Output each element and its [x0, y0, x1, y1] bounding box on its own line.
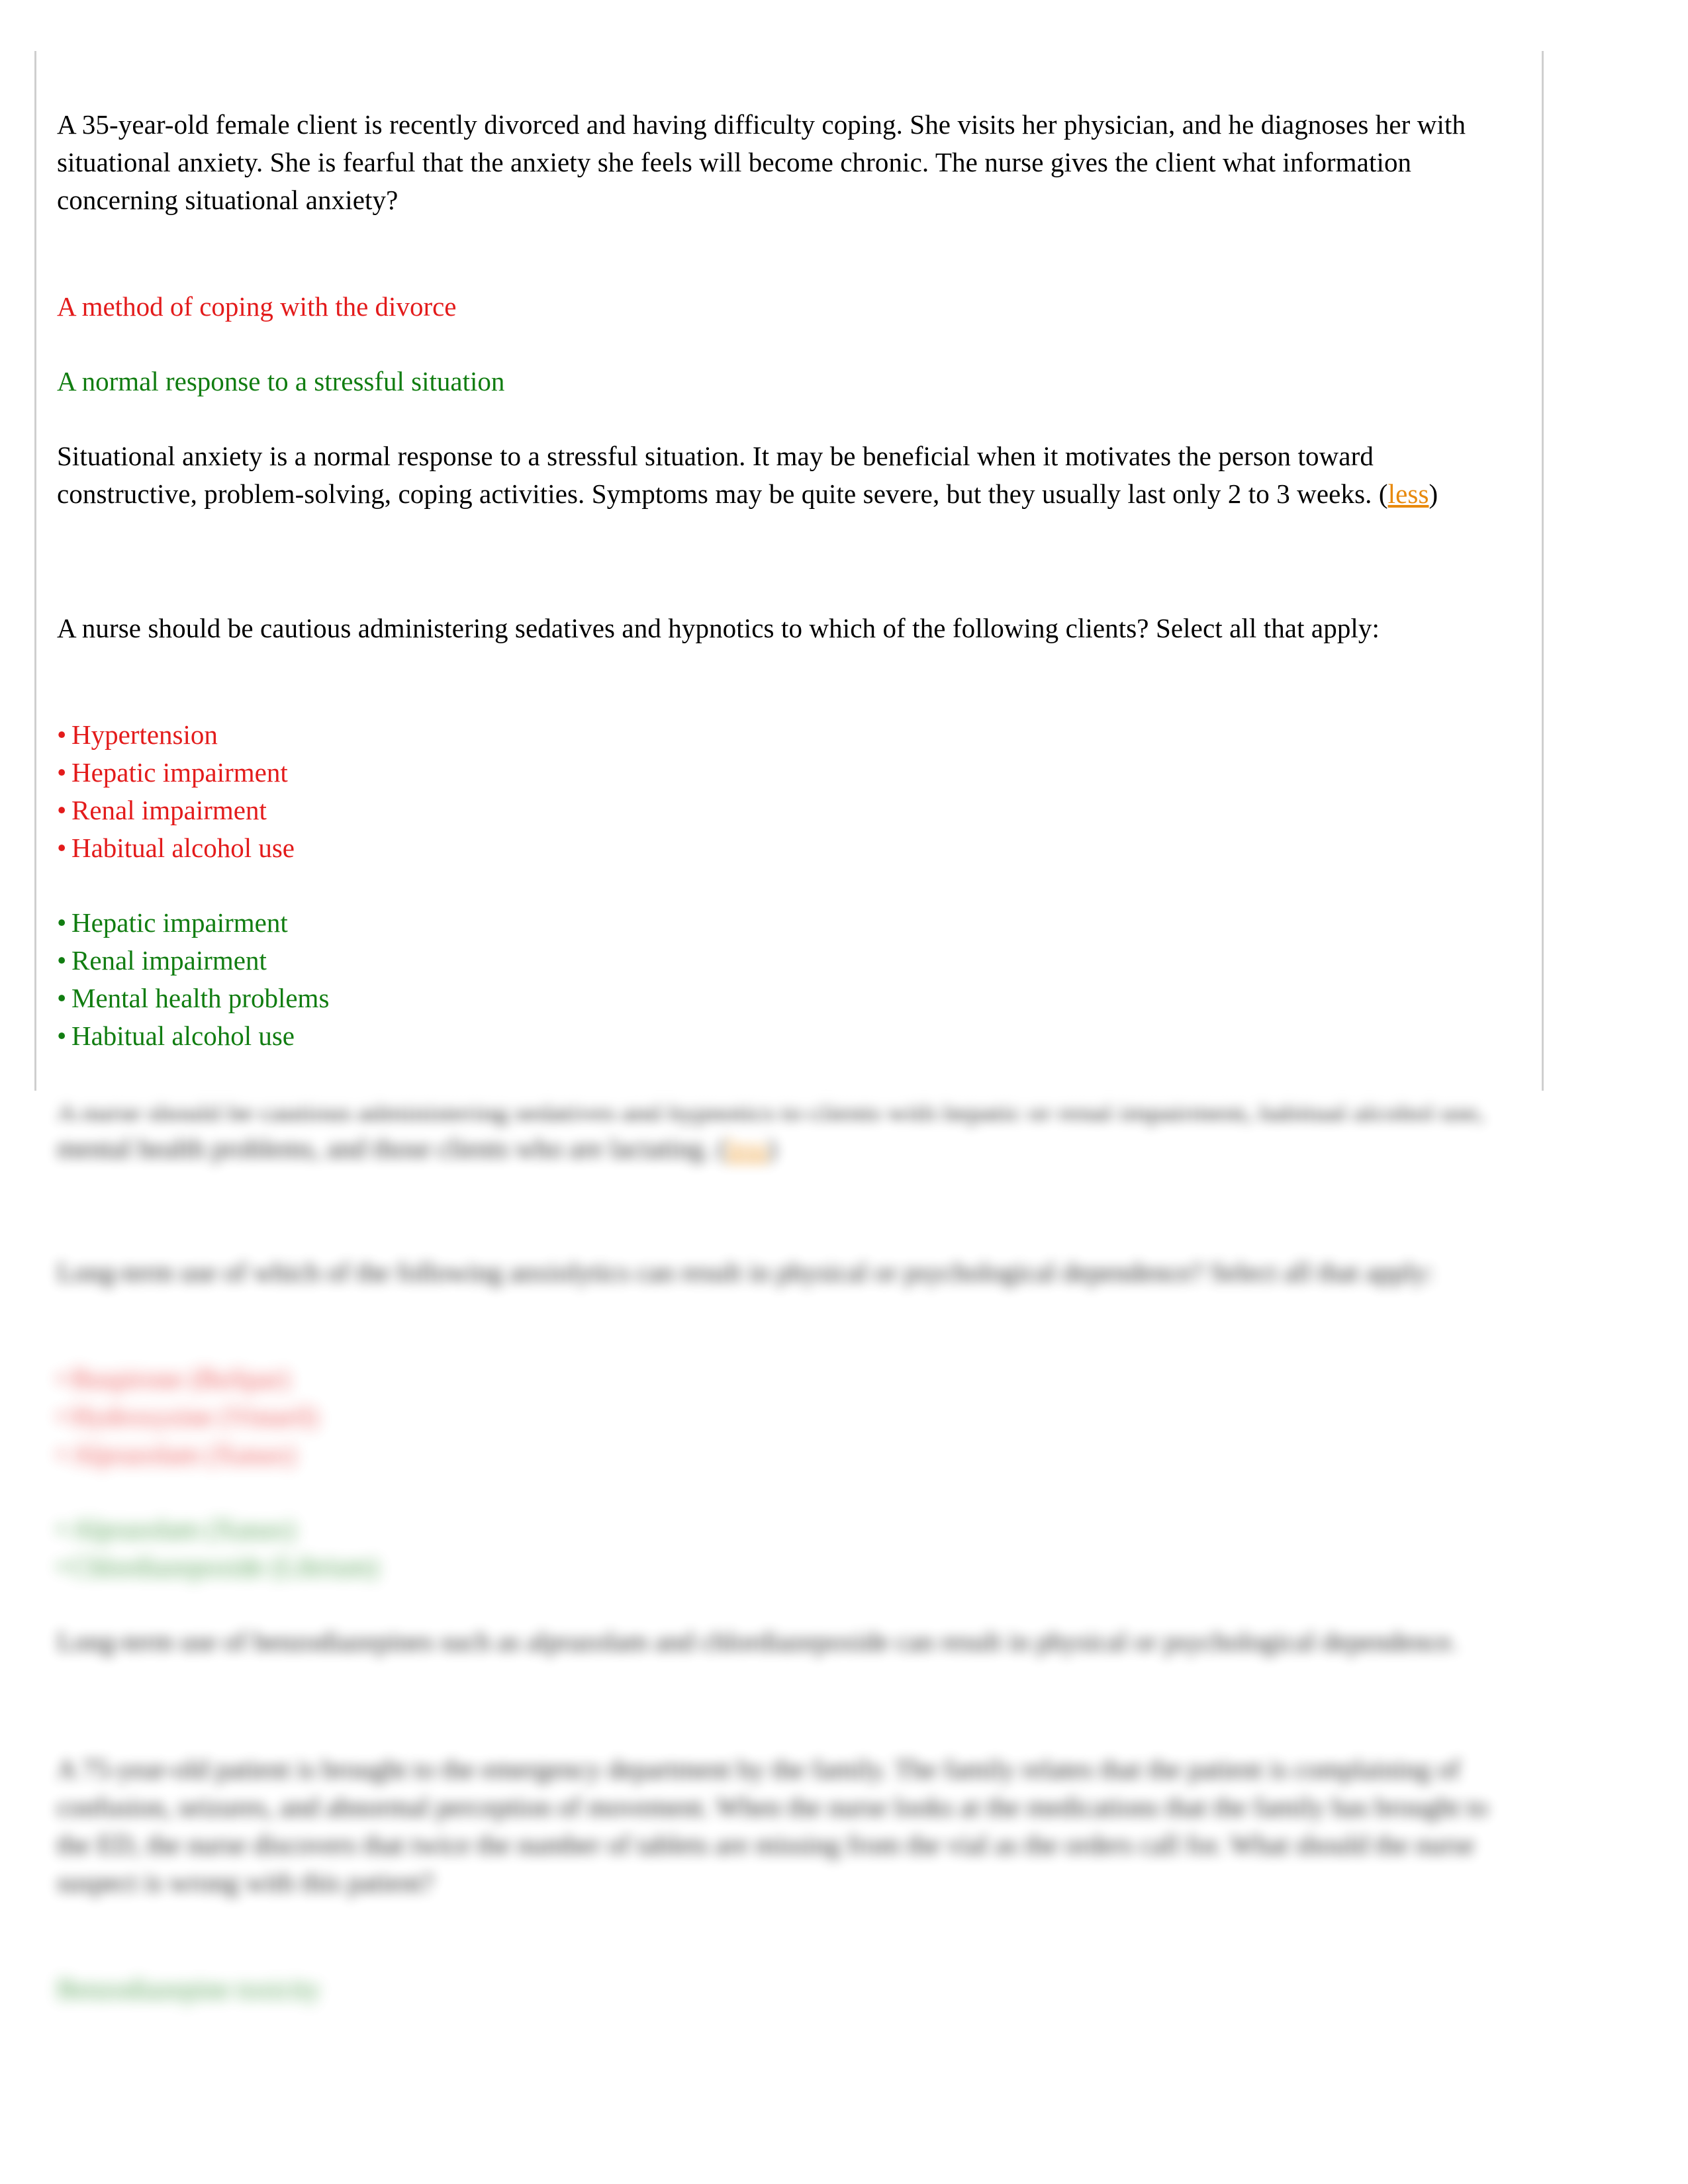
selected-choices-3: • Buspirone (BuSpar) • Hydroxyzine (Vistar… — [57, 1360, 1513, 1473]
less-link-1[interactable]: less — [1388, 478, 1429, 509]
page-rule-left — [34, 51, 36, 1091]
choice-label: Alprazolam (Xanax) — [71, 1514, 296, 1544]
choice-label: Chlordiazepoxide (Librium) — [71, 1551, 379, 1582]
list-item[interactable]: • Hydroxyzine (Vistaril) — [57, 1398, 1513, 1435]
correct-choices-2: • Hepatic impairment • Renal impairment • M… — [57, 904, 1513, 1055]
bullet-icon: • — [57, 719, 67, 750]
question-block-3: Long-term use of which of the following … — [57, 1253, 1513, 1661]
list-item[interactable]: • Renal impairment — [57, 942, 1513, 979]
choice-label: Hydroxyzine (Vistaril) — [71, 1401, 318, 1432]
rationale-close-paren-1: ) — [1429, 478, 1438, 509]
list-item[interactable]: • Habitual alcohol use — [57, 1017, 1513, 1055]
selected-choices-2: • Hypertension • Hepatic impairment • Renal… — [57, 716, 1513, 867]
bullet-icon: • — [57, 945, 67, 976]
choice-label: Renal impairment — [71, 795, 267, 825]
bullet-icon: • — [57, 757, 67, 788]
bullet-icon: • — [57, 1363, 67, 1394]
rationale-1: Situational anxiety is a normal response… — [57, 437, 1513, 513]
choice-label: Hypertension — [71, 719, 218, 750]
bullet-icon: • — [57, 1401, 67, 1432]
question-stem-4: A 75-year-old patient is brought to the … — [57, 1754, 1488, 1897]
document-page: A 35-year-old female client is recently … — [0, 0, 1688, 2184]
less-link-2[interactable]: less — [727, 1133, 768, 1163]
choice-label: Alprazolam (Xanax) — [71, 1439, 296, 1469]
list-item[interactable]: • Mental health problems — [57, 979, 1513, 1017]
list-item[interactable]: • Hepatic impairment — [57, 754, 1513, 792]
correct-choices-3: • Alprazolam (Xanax) • Chlordiazepoxide (L… — [57, 1510, 1513, 1586]
rationale-text-1: Situational anxiety is a normal response… — [57, 441, 1388, 509]
bullet-icon: • — [57, 795, 67, 825]
list-item[interactable]: • Chlordiazepoxide (Librium) — [57, 1548, 1513, 1586]
rationale-2: A nurse should be cautious administering… — [57, 1092, 1513, 1167]
bullet-icon: • — [57, 1514, 67, 1544]
question-stem-1: A 35-year-old female client is recently … — [57, 109, 1466, 215]
correct-answer-4[interactable]: Benzodiazepine toxicity — [57, 1970, 1513, 2008]
list-item[interactable]: • Alprazolam (Xanax) — [57, 1435, 1513, 1473]
page-rule-right — [1542, 51, 1544, 1091]
question-stem-3: Long-term use of which of the following … — [57, 1257, 1434, 1287]
bullet-icon: • — [57, 833, 67, 863]
bullet-icon: • — [57, 983, 67, 1013]
choice-label: Mental health problems — [71, 983, 330, 1013]
list-item[interactable]: • Hepatic impairment — [57, 904, 1513, 942]
choice-label: Hepatic impairment — [71, 907, 288, 938]
list-item[interactable]: • Hypertension — [57, 716, 1513, 754]
selected-answer-1[interactable]: A method of coping with the divorce — [57, 288, 1513, 326]
list-item[interactable]: • Alprazolam (Xanax) — [57, 1510, 1513, 1548]
list-item[interactable]: • Renal impairment — [57, 792, 1513, 829]
bullet-icon: • — [57, 1021, 67, 1051]
question-stem-2: A nurse should be cautious administering… — [57, 613, 1380, 643]
rationale-3: Long-term use of benzodiazepines such as… — [57, 1626, 1458, 1657]
bullet-icon: • — [57, 907, 67, 938]
document-content: A 35-year-old female client is recently … — [57, 0, 1513, 2008]
choice-label: Renal impairment — [71, 945, 267, 976]
bullet-icon: • — [57, 1439, 67, 1469]
rationale-close-paren-2: ) — [767, 1133, 777, 1163]
question-block-4: A 75-year-old patient is brought to the … — [57, 1751, 1513, 2008]
correct-answer-1[interactable]: A normal response to a stressful situati… — [57, 363, 1513, 400]
question-block-1: A 35-year-old female client is recently … — [57, 0, 1513, 513]
choice-label: Habitual alcohol use — [71, 833, 295, 863]
choice-label: Buspirone (BuSpar) — [71, 1363, 290, 1394]
bullet-icon: • — [57, 1551, 67, 1582]
choice-label: Hepatic impairment — [71, 757, 288, 788]
list-item[interactable]: • Habitual alcohol use — [57, 829, 1513, 867]
question-block-2: A nurse should be cautious administering… — [57, 610, 1513, 1167]
choice-label: Habitual alcohol use — [71, 1021, 295, 1051]
list-item[interactable]: • Buspirone (BuSpar) — [57, 1360, 1513, 1398]
